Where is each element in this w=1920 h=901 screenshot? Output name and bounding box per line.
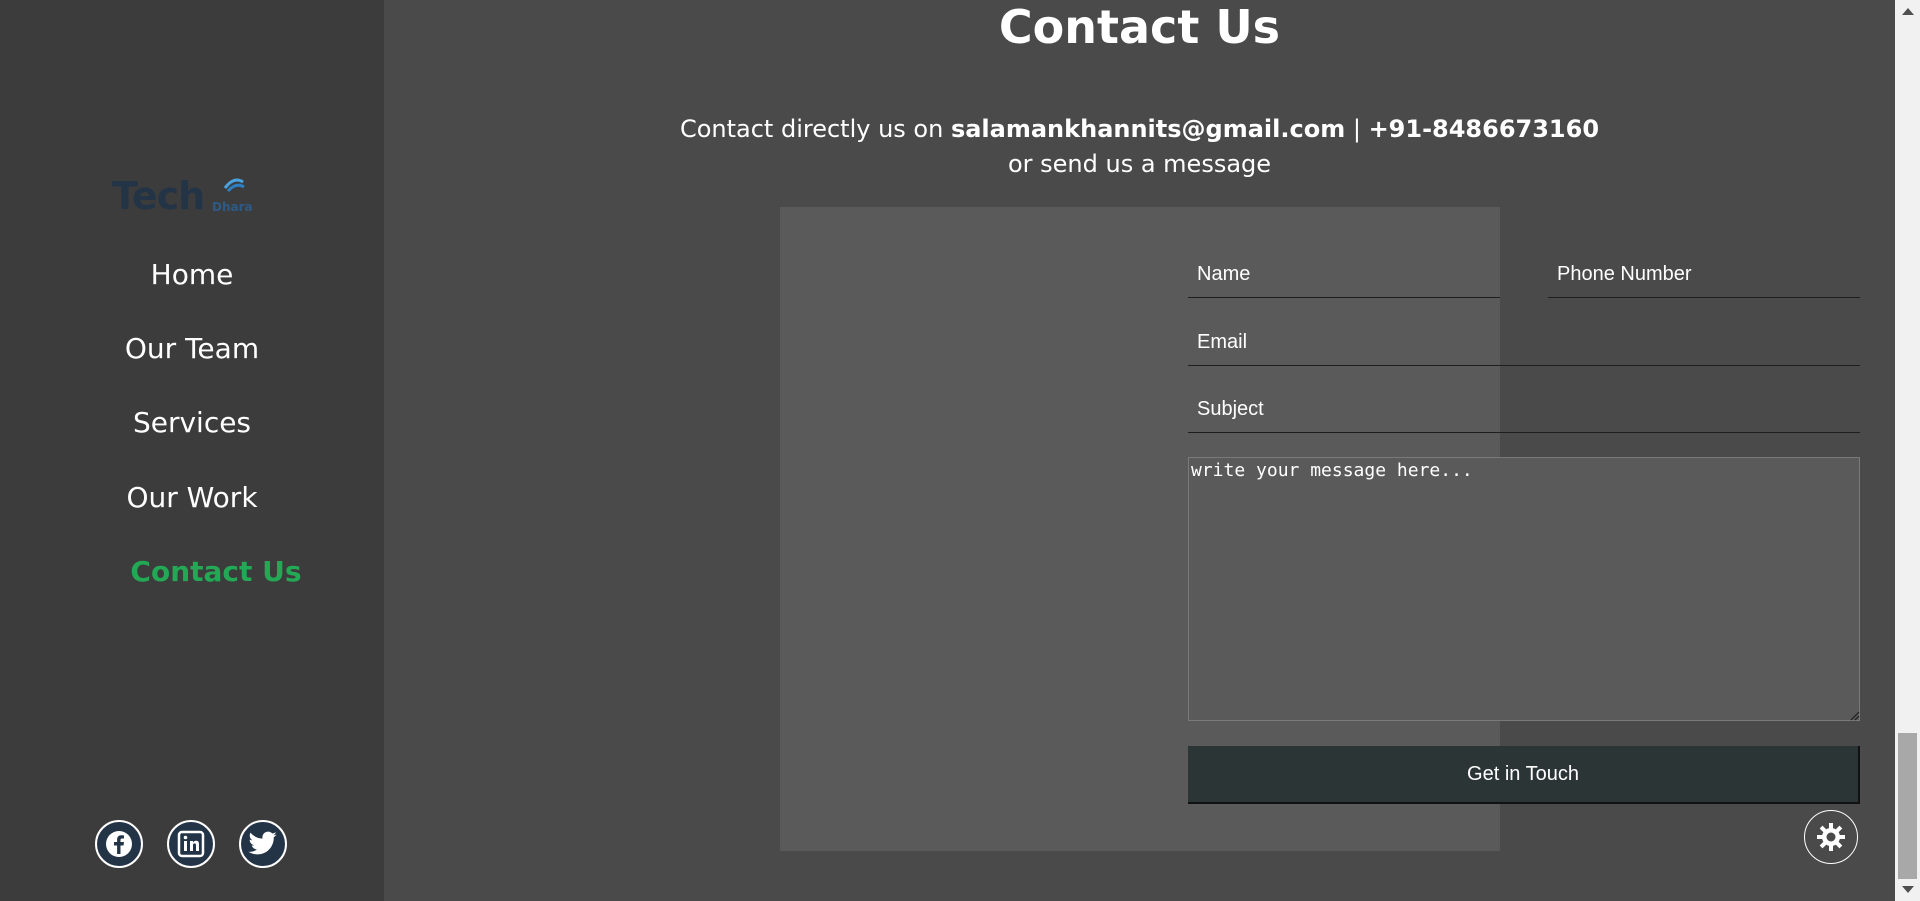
logo-text: Tech — [112, 174, 205, 218]
nav-item-services[interactable]: Services — [0, 406, 384, 439]
sun-gear-icon — [1817, 823, 1845, 851]
main-content: Contact Us Contact directly us on salama… — [384, 0, 1895, 901]
nav-item-contact-us[interactable]: Contact Us — [0, 555, 384, 588]
social-links — [95, 820, 287, 868]
scroll-up-icon[interactable] — [1902, 8, 1914, 15]
logo-mark-icon — [223, 178, 245, 193]
logo[interactable]: Tech Dhara — [112, 170, 262, 218]
linkedin-icon[interactable] — [167, 820, 215, 868]
facebook-icon[interactable] — [95, 820, 143, 868]
contact-suffix: or send us a message — [1007, 150, 1272, 178]
theme-toggle-button[interactable] — [1804, 810, 1858, 864]
contact-email[interactable]: salamankhannits@gmail.com — [951, 115, 1345, 143]
scrollbar-thumb[interactable] — [1898, 733, 1917, 879]
email-input[interactable] — [1188, 320, 1860, 366]
get-in-touch-button[interactable]: Get in Touch — [1188, 746, 1860, 804]
contact-prefix: Contact directly us on — [679, 115, 951, 143]
sidebar: Tech Dhara Home Our Team Services Our Wo… — [0, 0, 384, 901]
message-textarea[interactable] — [1188, 457, 1860, 721]
nav-item-our-team[interactable]: Our Team — [0, 332, 384, 365]
nav-item-our-work[interactable]: Our Work — [0, 481, 384, 514]
name-input[interactable] — [1188, 252, 1500, 298]
app-root: Tech Dhara Home Our Team Services Our Wo… — [0, 0, 1920, 901]
scroll-down-icon[interactable] — [1902, 886, 1914, 893]
logo-subtext: Dhara — [212, 200, 253, 214]
contact-phone[interactable]: +91-8486673160 — [1369, 115, 1599, 143]
contact-separator: | — [1345, 115, 1369, 143]
twitter-icon[interactable] — [239, 820, 287, 868]
nav-item-home[interactable]: Home — [0, 258, 384, 291]
page-title: Contact Us — [998, 0, 1281, 54]
vertical-scrollbar[interactable] — [1895, 0, 1920, 901]
resize-grip-icon[interactable] — [1846, 707, 1860, 721]
contact-info: Contact directly us on salamankhannits@g… — [384, 112, 1895, 182]
subject-input[interactable] — [1188, 387, 1860, 433]
phone-number-input[interactable] — [1548, 252, 1860, 298]
